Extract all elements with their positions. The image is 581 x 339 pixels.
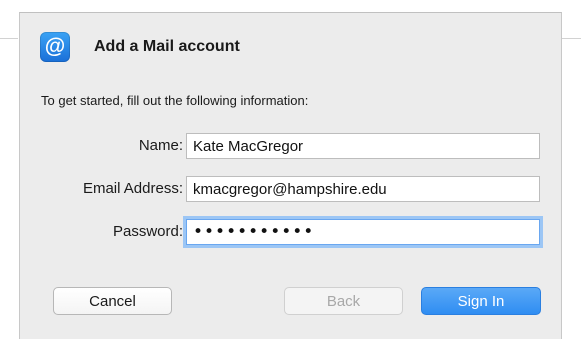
email-label: Email Address: <box>82 180 183 197</box>
background-divider-right <box>562 38 581 39</box>
email-field[interactable] <box>186 176 540 202</box>
name-label: Name: <box>138 137 183 154</box>
mail-at-icon: @ <box>40 32 70 62</box>
email-row: Email Address: <box>20 176 563 202</box>
background-divider-left <box>0 38 18 39</box>
password-field[interactable] <box>186 219 540 245</box>
add-mail-account-dialog: @ Add a Mail account To get started, fil… <box>19 12 562 339</box>
back-button: Back <box>284 287 403 315</box>
password-label: Password: <box>112 223 183 240</box>
sign-in-button[interactable]: Sign In <box>421 287 541 315</box>
dialog-header: @ Add a Mail account <box>40 31 240 63</box>
dialog-intro-text: To get started, fill out the following i… <box>41 93 309 108</box>
dialog-title: Add a Mail account <box>94 38 240 55</box>
name-field[interactable] <box>186 133 540 159</box>
password-row: Password: <box>20 219 563 245</box>
cancel-button[interactable]: Cancel <box>53 287 172 315</box>
mail-at-glyph: @ <box>44 35 66 58</box>
name-row: Name: <box>20 133 563 159</box>
